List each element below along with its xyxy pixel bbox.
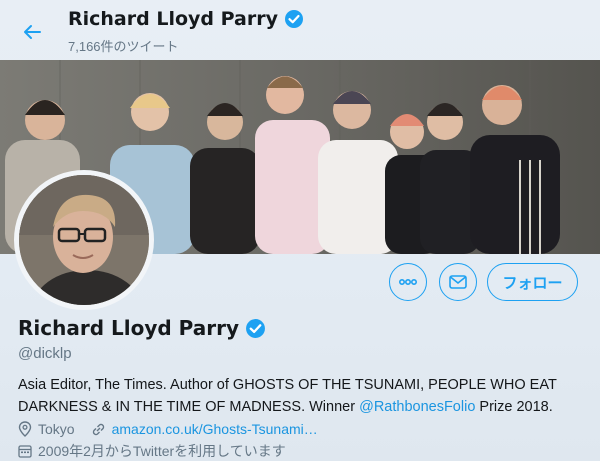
link-icon bbox=[91, 422, 106, 437]
tweet-count: 7,166件のツイート bbox=[68, 39, 179, 54]
profile-name: Richard Lloyd Parry bbox=[18, 316, 266, 340]
back-button[interactable] bbox=[18, 18, 46, 46]
verified-badge-icon bbox=[245, 318, 266, 339]
profile-screen: Richard Lloyd Parry 7,166件のツイート フォロー Ric… bbox=[0, 0, 600, 461]
header-name-text: Richard Lloyd Parry bbox=[68, 8, 278, 30]
profile-bio: Asia Editor, The Times. Author of GHOSTS… bbox=[18, 374, 588, 418]
bio-mention-link[interactable]: @RathbonesFolio bbox=[359, 399, 475, 415]
message-button[interactable] bbox=[439, 263, 477, 301]
profile-name-text: Richard Lloyd Parry bbox=[18, 316, 240, 340]
location-icon bbox=[18, 421, 32, 437]
calendar-icon bbox=[18, 444, 32, 458]
profile-handle: @dicklp bbox=[18, 345, 72, 362]
website-link[interactable]: amazon.co.uk/Ghosts-Tsunami… bbox=[112, 421, 318, 437]
bio-text-2: Prize 2018. bbox=[475, 399, 553, 415]
verified-badge-icon bbox=[284, 9, 304, 29]
message-icon bbox=[449, 275, 467, 289]
profile-joined: 2009年2月からTwitterを利用しています bbox=[18, 441, 286, 461]
header-title: Richard Lloyd Parry bbox=[68, 8, 304, 30]
profile-meta: Tokyo amazon.co.uk/Ghosts-Tsunami… bbox=[18, 421, 318, 437]
more-icon bbox=[399, 279, 417, 285]
follow-button[interactable]: フォロー bbox=[487, 263, 578, 301]
joined-text: 2009年2月からTwitterを利用しています bbox=[38, 443, 286, 459]
avatar[interactable] bbox=[14, 170, 154, 310]
back-arrow-icon bbox=[23, 24, 41, 40]
more-button[interactable] bbox=[389, 263, 427, 301]
location-text: Tokyo bbox=[38, 421, 75, 437]
